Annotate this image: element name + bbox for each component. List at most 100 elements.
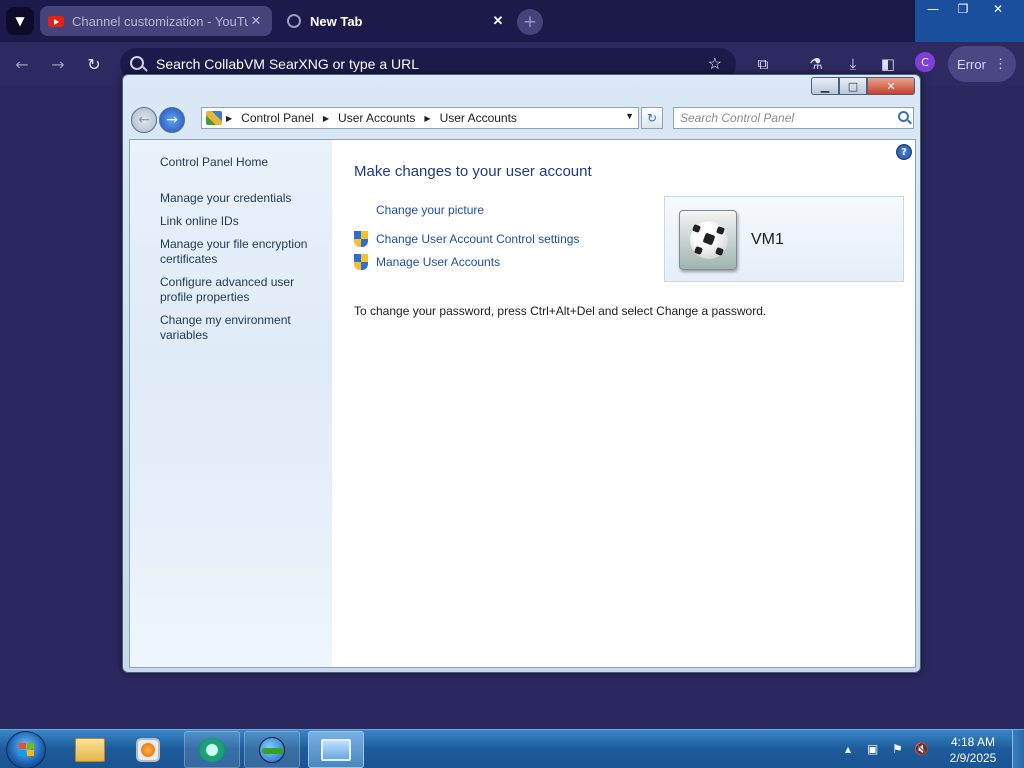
new-tab-button[interactable]: + bbox=[517, 9, 543, 35]
plus-icon: + bbox=[522, 12, 538, 32]
system-clock[interactable]: 4:18 AM 2/9/2025 bbox=[946, 734, 1000, 766]
youtube-icon bbox=[48, 13, 64, 29]
forward-button[interactable]: → bbox=[46, 52, 70, 76]
breadcrumb-arrow-icon[interactable]: ▶ bbox=[323, 114, 329, 123]
windows-taskbar: ▴ ▣ ⚑ 🔇 4:18 AM 2/9/2025 bbox=[0, 729, 1024, 768]
media-player-icon bbox=[136, 737, 160, 762]
window-minimize-button[interactable]: — bbox=[918, 0, 948, 18]
labs-flask-icon[interactable]: ⚗ bbox=[806, 54, 826, 74]
globe-icon bbox=[286, 13, 302, 29]
maximize-icon: □ bbox=[847, 79, 859, 93]
manage-user-accounts-link[interactable]: Manage User Accounts bbox=[376, 255, 500, 269]
taskbar-media-player[interactable] bbox=[120, 731, 176, 768]
control-panel-window: ▁ □ ✕ ← → ▶ Control Panel ▶ User Account… bbox=[122, 74, 921, 673]
error-label: Error bbox=[957, 56, 986, 72]
extensions-icon[interactable]: ⧉ bbox=[753, 54, 773, 74]
close-icon: ✕ bbox=[886, 79, 896, 93]
minimize-icon: ▁ bbox=[820, 79, 830, 93]
close-tab-icon[interactable]: ✕ bbox=[490, 13, 506, 29]
volume-muted-icon[interactable]: 🔇 bbox=[914, 742, 929, 756]
uac-shield-icon bbox=[354, 254, 369, 270]
breadcrumb-control-panel[interactable]: Control Panel bbox=[241, 111, 314, 125]
clock-time: 4:18 AM bbox=[950, 735, 996, 749]
help-icon[interactable]: ? bbox=[896, 144, 912, 160]
windows-logo-icon bbox=[19, 743, 35, 757]
breadcrumb-arrow-icon[interactable]: ▶ bbox=[226, 114, 232, 123]
window-close-button[interactable]: ✕ bbox=[978, 0, 1018, 18]
browser-globe-icon bbox=[259, 736, 285, 763]
explorer-navigation-bar: ← → ▶ Control Panel ▶ User Accounts ▶ Us… bbox=[131, 105, 914, 135]
bookmark-star-icon[interactable]: ☆ bbox=[708, 54, 722, 74]
user-picture[interactable] bbox=[679, 210, 737, 270]
close-tab-icon[interactable]: ✕ bbox=[248, 13, 264, 29]
reload-button[interactable]: ↻ bbox=[82, 52, 106, 76]
browser-tab-strip: ▼ Channel customization - YouTube ✕ New … bbox=[0, 0, 1024, 42]
explorer-back-button[interactable]: ← bbox=[131, 107, 157, 133]
start-button[interactable] bbox=[6, 731, 46, 768]
tab-channel-customization[interactable]: Channel customization - YouTube ✕ bbox=[40, 6, 272, 36]
side-panel-icon[interactable]: ◧ bbox=[878, 54, 898, 74]
soccer-ball-icon bbox=[690, 221, 728, 259]
taskbar-app-teal[interactable] bbox=[184, 731, 240, 768]
chevron-down-icon: ▼ bbox=[15, 14, 25, 28]
arrow-right-icon: → bbox=[166, 112, 178, 128]
control-panel-icon bbox=[321, 738, 351, 761]
cp-maximize-button[interactable]: □ bbox=[839, 77, 867, 95]
error-menu-button[interactable]: Error ⋮ bbox=[948, 46, 1016, 82]
address-dropdown-icon[interactable]: ▼ bbox=[625, 111, 634, 121]
taskbar-control-panel[interactable] bbox=[308, 731, 364, 768]
arrow-left-icon: ← bbox=[15, 54, 29, 74]
tab-label: Channel customization - YouTube bbox=[72, 13, 248, 29]
tab-new-tab[interactable]: New Tab ✕ bbox=[278, 6, 514, 36]
left-task-pane: Control Panel Home Manage your credentia… bbox=[130, 140, 332, 667]
taskbar-browser[interactable] bbox=[244, 731, 300, 768]
cp-minimize-button[interactable]: ▁ bbox=[811, 77, 839, 95]
restore-icon: ❐ bbox=[957, 2, 969, 16]
search-placeholder: Search Control Panel bbox=[680, 111, 795, 125]
arrow-right-icon: → bbox=[51, 54, 65, 74]
breadcrumb-arrow-icon[interactable]: ▶ bbox=[424, 114, 430, 123]
close-icon: ✕ bbox=[992, 2, 1004, 16]
folder-icon bbox=[75, 737, 105, 762]
kebab-menu-icon: ⋮ bbox=[993, 56, 1007, 71]
password-instructions: To change your password, press Ctrl+Alt+… bbox=[354, 304, 767, 318]
manage-credentials-link[interactable]: Manage your credentials bbox=[160, 191, 320, 206]
control-panel-icon bbox=[206, 111, 222, 125]
tab-search-button[interactable]: ▼ bbox=[6, 7, 34, 35]
user-name: VM1 bbox=[751, 231, 784, 248]
reload-icon: ↻ bbox=[87, 54, 101, 74]
cp-close-button[interactable]: ✕ bbox=[867, 77, 915, 95]
control-panel-content: Control Panel Home Manage your credentia… bbox=[129, 139, 916, 668]
refresh-button[interactable]: ↻ bbox=[641, 107, 663, 129]
change-picture-link[interactable]: Change your picture bbox=[376, 203, 484, 217]
breadcrumb-user-accounts[interactable]: User Accounts bbox=[338, 111, 415, 125]
search-icon[interactable] bbox=[898, 111, 909, 122]
search-control-panel-input[interactable]: Search Control Panel bbox=[673, 107, 914, 129]
show-hidden-icons-button[interactable]: ▴ bbox=[845, 742, 851, 756]
file-encryption-certificates-link[interactable]: Manage your file encryption certificates bbox=[160, 237, 320, 267]
action-center-flag-icon[interactable]: ⚑ bbox=[892, 742, 903, 756]
clock-date: 2/9/2025 bbox=[949, 751, 997, 765]
uac-shield-icon bbox=[354, 231, 369, 247]
change-uac-settings-link[interactable]: Change User Account Control settings bbox=[376, 232, 579, 246]
back-button[interactable]: ← bbox=[10, 52, 34, 76]
download-icon[interactable]: ⤓ bbox=[843, 54, 863, 74]
show-desktop-button[interactable] bbox=[1012, 730, 1024, 768]
omnibox-placeholder: Search CollabVM SearXNG or type a URL bbox=[156, 56, 419, 72]
network-icon[interactable]: ▣ bbox=[867, 742, 878, 756]
taskbar-file-explorer[interactable] bbox=[62, 731, 118, 768]
tab-label: New Tab bbox=[310, 13, 363, 29]
user-account-tile: VM1 bbox=[664, 196, 904, 282]
window-restore-button[interactable]: ❐ bbox=[948, 0, 978, 18]
link-online-ids-link[interactable]: Link online IDs bbox=[160, 214, 320, 229]
breadcrumb-user-accounts-current[interactable]: User Accounts bbox=[440, 111, 517, 125]
explorer-forward-button[interactable]: → bbox=[159, 107, 185, 133]
environment-variables-link[interactable]: Change my environment variables bbox=[160, 313, 310, 343]
advanced-profile-properties-link[interactable]: Configure advanced user profile properti… bbox=[160, 275, 310, 305]
search-icon bbox=[130, 56, 144, 70]
address-bar[interactable]: ▶ Control Panel ▶ User Accounts ▶ User A… bbox=[201, 107, 639, 129]
page-title: Make changes to your user account bbox=[354, 163, 592, 180]
control-panel-home-link[interactable]: Control Panel Home bbox=[160, 155, 268, 170]
profile-avatar[interactable]: C bbox=[915, 52, 935, 72]
minimize-icon: — bbox=[927, 2, 939, 16]
